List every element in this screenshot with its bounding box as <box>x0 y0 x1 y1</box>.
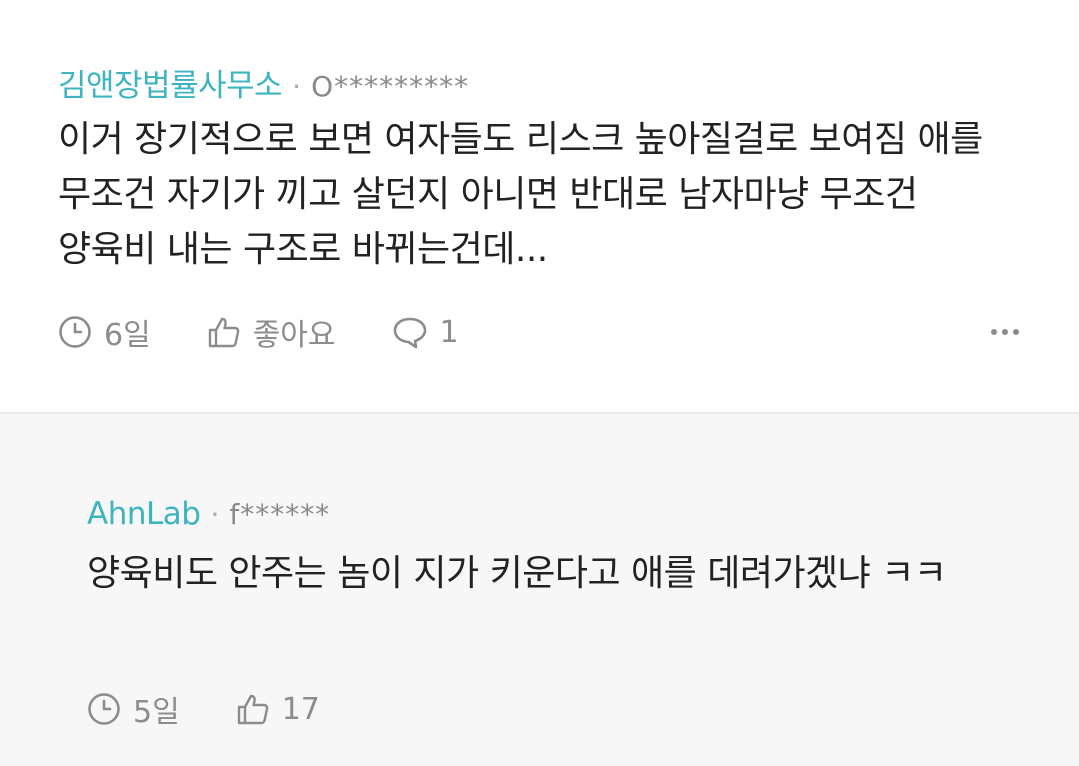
author-name[interactable]: 김앤장법률사무소 <box>58 60 283 105</box>
reply-meta: 5일 17 <box>87 687 376 731</box>
reply-item: AhnLab · f****** 양육비도 안주는 놈이 지가 키운다고 애를 … <box>0 414 1079 766</box>
comment-time: 6일 <box>58 310 151 354</box>
reply-count: 1 <box>439 314 459 350</box>
reply-author-separator: · <box>210 498 220 531</box>
comment-time-label: 6일 <box>104 318 151 353</box>
like-button[interactable]: 좋아요 <box>207 310 336 354</box>
reply-button[interactable]: 1 <box>392 315 459 350</box>
reply-time-label: 5일 <box>133 695 180 730</box>
comment-text[interactable]: 이거 장기적으로 보면 여자들도 리스크 높아질걸로 보여짐 애를 무조건 자기… <box>58 112 1018 277</box>
thumbs-up-icon <box>207 315 241 349</box>
more-dots-icon[interactable] <box>986 312 1019 352</box>
comment-author-line: 김앤장법률사무소 · O********* <box>58 0 1019 104</box>
like-label: 좋아요 <box>252 318 336 353</box>
reply-author-line: AhnLab · f****** <box>87 496 1019 532</box>
clock-icon <box>87 692 121 726</box>
clock-icon <box>58 315 92 349</box>
reply-like-count: 17 <box>281 691 320 727</box>
reply-time: 5일 <box>87 687 180 731</box>
reply-author-name[interactable]: AhnLab <box>87 496 201 532</box>
reply-author-user-id: f****** <box>229 498 331 531</box>
speech-bubble-icon <box>392 315 428 349</box>
thumbs-up-icon <box>236 692 270 726</box>
more-dot <box>1002 329 1008 335</box>
more-dot <box>991 329 997 335</box>
author-separator: · <box>292 70 302 103</box>
reply-like-button[interactable]: 17 <box>236 692 320 727</box>
reply-content: AhnLab · f****** 양육비도 안주는 놈이 지가 키운다고 애를 … <box>87 496 1019 601</box>
author-user-id: O********* <box>311 70 470 103</box>
reply-text[interactable]: 양육비도 안주는 놈이 지가 키운다고 애를 데려가겠냐 ㅋㅋ <box>87 546 1017 601</box>
comment-meta: 6일 좋아요 1 <box>58 310 1019 354</box>
comment-item: 김앤장법률사무소 · O********* 이거 장기적으로 보면 여자들도 리… <box>0 0 1079 412</box>
more-dot <box>1013 329 1019 335</box>
